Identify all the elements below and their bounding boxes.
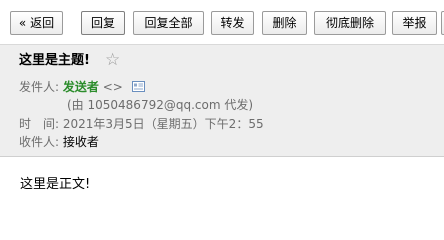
- contact-card-icon[interactable]: [131, 80, 145, 92]
- recipient-name[interactable]: 接收者: [63, 135, 99, 149]
- time-value: 2021年3月5日（星期五）下午2：55: [62, 117, 264, 131]
- mail-body: 这里是正文!: [20, 177, 91, 192]
- report-button[interactable]: 举报: [392, 11, 437, 35]
- reply-all-button[interactable]: 回复全部: [133, 11, 204, 35]
- reply-button[interactable]: 回复: [81, 11, 125, 35]
- recipient-label: 收件人:: [19, 135, 60, 149]
- mail-toolbar: « 返回 回复 回复全部 转发 删除 彻底删除 举报: [0, 0, 444, 44]
- time-label: 时 间:: [19, 117, 60, 131]
- sender-via: (由 1050486792@qq.com 代发): [67, 98, 254, 112]
- sender-label: 发件人:: [19, 80, 60, 94]
- sender-row: 发件人: 发送者 <>: [19, 79, 145, 96]
- sender-name[interactable]: 发送者: [63, 80, 99, 94]
- star-icon[interactable]: ☆: [105, 50, 120, 70]
- sender-address: <>: [102, 80, 123, 94]
- time-row: 时 间: 2021年3月5日（星期五）下午2：55: [19, 116, 264, 133]
- recipient-row: 收件人: 接收者: [19, 134, 99, 151]
- back-button[interactable]: « 返回: [10, 11, 63, 35]
- mail-header: 这里是主题! ☆ 发件人: 发送者 <> (由 1050486792@qq.co…: [0, 44, 444, 157]
- delete-button[interactable]: 删除: [262, 11, 307, 35]
- delete-forever-button[interactable]: 彻底删除: [314, 11, 386, 35]
- forward-button[interactable]: 转发: [211, 11, 254, 35]
- mail-subject: 这里是主题!: [19, 53, 90, 68]
